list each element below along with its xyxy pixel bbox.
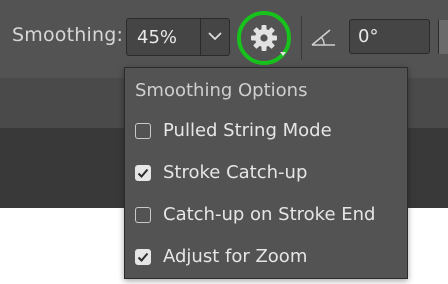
smoothing-dropdown[interactable]: 45% [126,18,230,56]
option-stroke-catch-up[interactable]: Stroke Catch-up [135,162,403,188]
option-label: Stroke Catch-up [163,162,308,183]
option-adjust-for-zoom[interactable]: Adjust for Zoom [135,246,403,272]
smoothing-options-popover: Smoothing Options Pulled String Mode Str… [124,67,408,279]
combo-separator [200,19,201,55]
checkbox-unchecked[interactable] [135,207,151,223]
angle-input[interactable]: 0° [349,19,430,54]
option-label: Catch-up on Stroke End [163,204,376,225]
option-label: Pulled String Mode [163,120,332,141]
option-catch-up-on-stroke-end[interactable]: Catch-up on Stroke End [135,204,403,230]
gear-icon[interactable] [235,9,293,67]
checkmark-icon [137,252,149,262]
checkbox-unchecked[interactable] [135,123,151,139]
angle-value[interactable]: 0° [358,26,378,47]
toolbar-divider [301,16,302,60]
checkbox-checked[interactable] [135,165,151,181]
option-label: Adjust for Zoom [163,246,308,267]
chevron-down-icon[interactable] [205,26,225,46]
option-pulled-string-mode[interactable]: Pulled String Mode [135,120,403,146]
smoothing-value[interactable]: 45% [137,27,177,48]
smoothing-options-button[interactable] [235,9,293,67]
smoothing-label: Smoothing: [12,24,124,46]
symmetry-button-partial[interactable] [438,20,448,54]
checkbox-checked[interactable] [135,249,151,265]
angle-icon [310,26,338,48]
checkmark-icon [137,168,149,178]
popover-title: Smoothing Options [135,80,308,101]
